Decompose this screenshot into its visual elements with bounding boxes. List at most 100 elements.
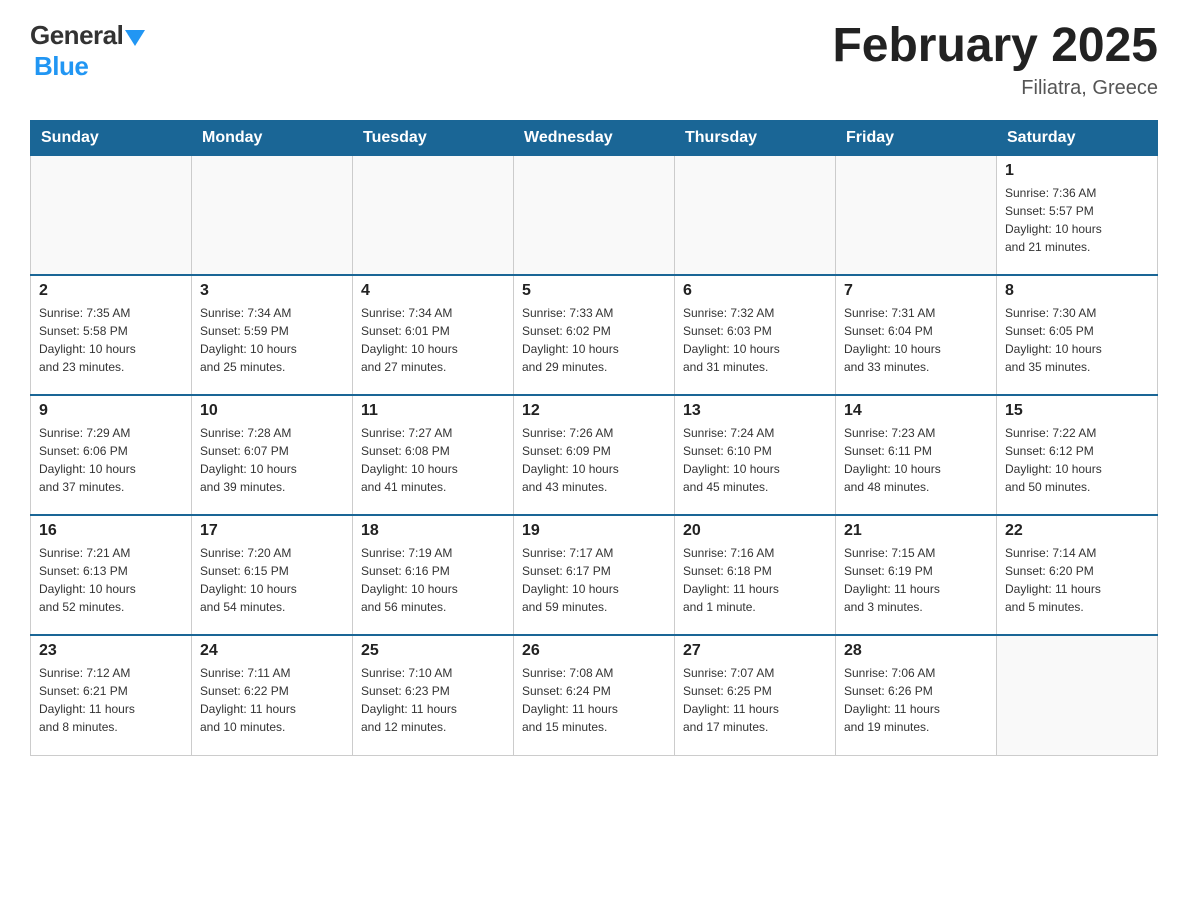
table-row: 7 Sunrise: 7:31 AMSunset: 6:04 PMDaylight… <box>836 275 997 395</box>
day-info: Sunrise: 7:34 AMSunset: 5:59 PMDaylight:… <box>200 304 344 376</box>
table-row: 5 Sunrise: 7:33 AMSunset: 6:02 PMDaylight… <box>514 275 675 395</box>
table-row: 22 Sunrise: 7:14 AMSunset: 6:20 PMDayligh… <box>997 515 1158 635</box>
month-title: February 2025 <box>832 20 1158 73</box>
table-row: 26 Sunrise: 7:08 AMSunset: 6:24 PMDayligh… <box>514 635 675 755</box>
day-number: 1 <box>1005 162 1149 180</box>
day-info: Sunrise: 7:21 AMSunset: 6:13 PMDaylight:… <box>39 544 183 616</box>
page-header: General Blue February 2025 Filiatra, Gre… <box>30 20 1158 100</box>
title-block: February 2025 Filiatra, Greece <box>832 20 1158 100</box>
day-info: Sunrise: 7:33 AMSunset: 6:02 PMDaylight:… <box>522 304 666 376</box>
day-number: 22 <box>1005 522 1149 540</box>
day-info: Sunrise: 7:23 AMSunset: 6:11 PMDaylight:… <box>844 424 988 496</box>
table-row: 19 Sunrise: 7:17 AMSunset: 6:17 PMDayligh… <box>514 515 675 635</box>
day-info: Sunrise: 7:11 AMSunset: 6:22 PMDaylight:… <box>200 664 344 736</box>
calendar-week-row: 1 Sunrise: 7:36 AMSunset: 5:57 PMDaylight… <box>31 155 1158 275</box>
day-number: 21 <box>844 522 988 540</box>
day-info: Sunrise: 7:27 AMSunset: 6:08 PMDaylight:… <box>361 424 505 496</box>
day-info: Sunrise: 7:26 AMSunset: 6:09 PMDaylight:… <box>522 424 666 496</box>
table-row: 16 Sunrise: 7:21 AMSunset: 6:13 PMDayligh… <box>31 515 192 635</box>
table-row: 9 Sunrise: 7:29 AMSunset: 6:06 PMDaylight… <box>31 395 192 515</box>
day-number: 24 <box>200 642 344 660</box>
table-row: 18 Sunrise: 7:19 AMSunset: 6:16 PMDayligh… <box>353 515 514 635</box>
day-number: 13 <box>683 402 827 420</box>
day-number: 18 <box>361 522 505 540</box>
table-row: 20 Sunrise: 7:16 AMSunset: 6:18 PMDayligh… <box>675 515 836 635</box>
table-row: 8 Sunrise: 7:30 AMSunset: 6:05 PMDaylight… <box>997 275 1158 395</box>
table-row: 1 Sunrise: 7:36 AMSunset: 5:57 PMDaylight… <box>997 155 1158 275</box>
day-info: Sunrise: 7:19 AMSunset: 6:16 PMDaylight:… <box>361 544 505 616</box>
table-row: 23 Sunrise: 7:12 AMSunset: 6:21 PMDayligh… <box>31 635 192 755</box>
day-info: Sunrise: 7:16 AMSunset: 6:18 PMDaylight:… <box>683 544 827 616</box>
day-info: Sunrise: 7:14 AMSunset: 6:20 PMDaylight:… <box>1005 544 1149 616</box>
table-row: 27Sunrise: 7:07 AMSunset: 6:25 PMDayligh… <box>675 635 836 755</box>
day-info: Sunrise: 7:10 AMSunset: 6:23 PMDaylight:… <box>361 664 505 736</box>
table-row: 4 Sunrise: 7:34 AMSunset: 6:01 PMDaylight… <box>353 275 514 395</box>
table-row <box>997 635 1158 755</box>
logo: General Blue <box>30 20 145 82</box>
day-info: Sunrise: 7:12 AMSunset: 6:21 PMDaylight:… <box>39 664 183 736</box>
table-row: 25 Sunrise: 7:10 AMSunset: 6:23 PMDayligh… <box>353 635 514 755</box>
calendar-week-row: 23 Sunrise: 7:12 AMSunset: 6:21 PMDayligh… <box>31 635 1158 755</box>
day-number: 3 <box>200 282 344 300</box>
calendar-header-row: Sunday Monday Tuesday Wednesday Thursday… <box>31 120 1158 155</box>
day-number: 8 <box>1005 282 1149 300</box>
table-row: 6 Sunrise: 7:32 AMSunset: 6:03 PMDaylight… <box>675 275 836 395</box>
day-info: Sunrise: 7:30 AMSunset: 6:05 PMDaylight:… <box>1005 304 1149 376</box>
day-info: Sunrise: 7:31 AMSunset: 6:04 PMDaylight:… <box>844 304 988 376</box>
day-info: Sunrise: 7:32 AMSunset: 6:03 PMDaylight:… <box>683 304 827 376</box>
table-row: 24 Sunrise: 7:11 AMSunset: 6:22 PMDayligh… <box>192 635 353 755</box>
day-number: 2 <box>39 282 183 300</box>
day-info: Sunrise: 7:08 AMSunset: 6:24 PMDaylight:… <box>522 664 666 736</box>
table-row <box>514 155 675 275</box>
location-subtitle: Filiatra, Greece <box>832 77 1158 100</box>
col-saturday: Saturday <box>997 120 1158 155</box>
day-number: 19 <box>522 522 666 540</box>
col-monday: Monday <box>192 120 353 155</box>
col-wednesday: Wednesday <box>514 120 675 155</box>
day-info: Sunrise: 7:29 AMSunset: 6:06 PMDaylight:… <box>39 424 183 496</box>
day-number: 9 <box>39 402 183 420</box>
col-friday: Friday <box>836 120 997 155</box>
table-row: 28Sunrise: 7:06 AMSunset: 6:26 PMDayligh… <box>836 635 997 755</box>
logo-blue-text: Blue <box>34 51 88 82</box>
table-row <box>836 155 997 275</box>
table-row <box>675 155 836 275</box>
day-info: Sunrise: 7:20 AMSunset: 6:15 PMDaylight:… <box>200 544 344 616</box>
day-number: 23 <box>39 642 183 660</box>
day-number: 14 <box>844 402 988 420</box>
day-number: 15 <box>1005 402 1149 420</box>
day-info: Sunrise: 7:36 AMSunset: 5:57 PMDaylight:… <box>1005 184 1149 256</box>
col-thursday: Thursday <box>675 120 836 155</box>
day-info: Sunrise: 7:07 AMSunset: 6:25 PMDaylight:… <box>683 664 827 736</box>
day-info: Sunrise: 7:15 AMSunset: 6:19 PMDaylight:… <box>844 544 988 616</box>
day-info: Sunrise: 7:34 AMSunset: 6:01 PMDaylight:… <box>361 304 505 376</box>
table-row: 15Sunrise: 7:22 AMSunset: 6:12 PMDayligh… <box>997 395 1158 515</box>
calendar-week-row: 9 Sunrise: 7:29 AMSunset: 6:06 PMDaylight… <box>31 395 1158 515</box>
day-number: 6 <box>683 282 827 300</box>
logo-general-text: General <box>30 20 123 51</box>
day-number: 5 <box>522 282 666 300</box>
table-row: 11 Sunrise: 7:27 AMSunset: 6:08 PMDayligh… <box>353 395 514 515</box>
table-row: 17Sunrise: 7:20 AMSunset: 6:15 PMDayligh… <box>192 515 353 635</box>
table-row: 12 Sunrise: 7:26 AMSunset: 6:09 PMDayligh… <box>514 395 675 515</box>
day-number: 11 <box>361 402 505 420</box>
table-row <box>353 155 514 275</box>
col-tuesday: Tuesday <box>353 120 514 155</box>
table-row: 21 Sunrise: 7:15 AMSunset: 6:19 PMDayligh… <box>836 515 997 635</box>
calendar-table: Sunday Monday Tuesday Wednesday Thursday… <box>30 120 1158 756</box>
day-number: 7 <box>844 282 988 300</box>
table-row: 2Sunrise: 7:35 AMSunset: 5:58 PMDaylight… <box>31 275 192 395</box>
table-row: 13Sunrise: 7:24 AMSunset: 6:10 PMDayligh… <box>675 395 836 515</box>
day-number: 10 <box>200 402 344 420</box>
col-sunday: Sunday <box>31 120 192 155</box>
day-number: 28 <box>844 642 988 660</box>
table-row <box>192 155 353 275</box>
day-number: 25 <box>361 642 505 660</box>
day-number: 20 <box>683 522 827 540</box>
day-number: 4 <box>361 282 505 300</box>
day-number: 16 <box>39 522 183 540</box>
day-info: Sunrise: 7:17 AMSunset: 6:17 PMDaylight:… <box>522 544 666 616</box>
day-number: 12 <box>522 402 666 420</box>
day-number: 26 <box>522 642 666 660</box>
day-info: Sunrise: 7:28 AMSunset: 6:07 PMDaylight:… <box>200 424 344 496</box>
